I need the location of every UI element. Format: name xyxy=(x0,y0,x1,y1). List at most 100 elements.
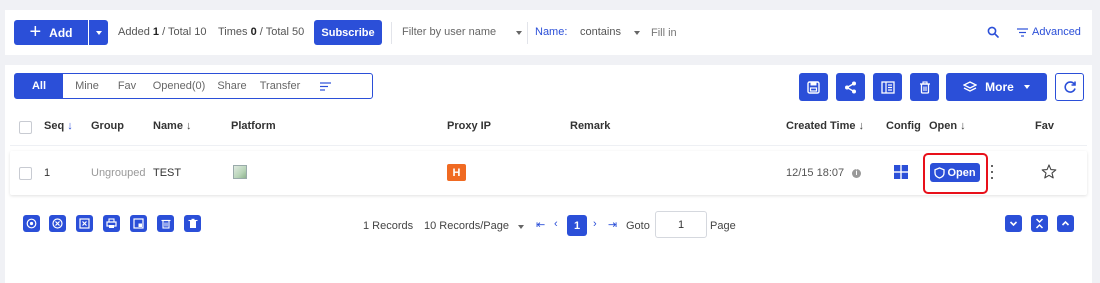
select-all-checkbox[interactable] xyxy=(19,121,32,134)
printer-icon xyxy=(106,218,117,228)
row-checkbox[interactable] xyxy=(19,167,32,180)
added-count: 1 xyxy=(152,26,159,38)
row-group: Ungrouped xyxy=(91,167,146,179)
search-input[interactable] xyxy=(651,23,951,43)
share-button[interactable] xyxy=(836,73,865,101)
add-dropdown-button[interactable] xyxy=(89,20,108,45)
filter-user-select[interactable]: Filter by user name xyxy=(402,26,496,38)
sort-arrow-icon: ↓ xyxy=(858,120,865,132)
next-page-icon[interactable]: › xyxy=(593,218,597,230)
add-button-group: + Add xyxy=(14,20,108,45)
box-x-icon xyxy=(79,218,90,229)
tab-opened[interactable]: Opened(0) xyxy=(149,74,209,98)
permanent-delete-button[interactable] xyxy=(184,215,201,232)
star-outline-icon[interactable] xyxy=(1041,164,1057,182)
scroll-down-button[interactable] xyxy=(1005,215,1022,232)
divider xyxy=(391,22,392,44)
tab-all[interactable]: All xyxy=(15,74,63,98)
add-button[interactable]: + Add xyxy=(14,20,88,45)
current-page-button[interactable]: 1 xyxy=(567,215,587,236)
refresh-button[interactable] xyxy=(1055,73,1084,101)
profiles-panel: All Mine Fav Opened(0) Share Transfer Mo… xyxy=(5,65,1092,283)
row-more-menu-icon[interactable] xyxy=(990,165,994,179)
column-header-name[interactable]: Name ↓ xyxy=(153,120,191,132)
advanced-filter-button[interactable]: Advanced xyxy=(1017,26,1081,38)
window-icon xyxy=(133,218,144,229)
sort-arrow-icon: ↓ xyxy=(185,120,192,132)
add-button-label: Add xyxy=(49,25,73,40)
window-button[interactable] xyxy=(130,215,147,232)
page-label: Page xyxy=(710,220,736,232)
open-button[interactable]: Open xyxy=(930,163,980,182)
chevron-down-icon[interactable] xyxy=(634,31,640,35)
goto-label: Goto xyxy=(626,220,650,232)
divider xyxy=(527,22,528,44)
tab-mine[interactable]: Mine xyxy=(63,74,111,98)
chevron-down-icon xyxy=(1023,85,1030,89)
column-header-group: Group xyxy=(91,120,124,132)
row-seq: 1 xyxy=(44,167,51,179)
windows-icon xyxy=(894,165,908,182)
trash-icon xyxy=(188,218,197,228)
filter-icon xyxy=(1017,27,1028,37)
tab-share[interactable]: Share xyxy=(215,74,249,98)
clear-cache-button[interactable] xyxy=(76,215,93,232)
column-header-created-time[interactable]: Created Time ↓ xyxy=(786,120,864,132)
column-header-seq[interactable]: Seq ↓ xyxy=(44,120,73,132)
broken-image-icon xyxy=(233,165,247,179)
layers-icon xyxy=(963,80,978,92)
per-page-select[interactable]: 10 Records/Page xyxy=(424,220,509,232)
contains-select[interactable]: contains xyxy=(580,26,621,38)
name-field-label: Name: xyxy=(535,26,568,38)
chevron-down-icon[interactable] xyxy=(518,225,524,229)
bulk-delete-button[interactable] xyxy=(157,215,174,232)
close-button[interactable] xyxy=(49,215,66,232)
chevron-down-icon[interactable] xyxy=(516,31,522,35)
info-icon[interactable]: i xyxy=(852,169,861,178)
column-header-proxy-ip: Proxy IP xyxy=(447,120,492,132)
more-button[interactable]: More xyxy=(946,73,1047,101)
filter-toolbar: + Add Added 1 / Total 10 Times 0 / Total… xyxy=(5,10,1092,55)
delete-button[interactable] xyxy=(910,73,939,101)
tab-fav[interactable]: Fav xyxy=(113,74,141,98)
gear-icon xyxy=(26,218,37,229)
column-header-config: Config xyxy=(886,120,921,132)
sort-arrow-icon: ↓ xyxy=(960,120,966,132)
search-icon[interactable] xyxy=(987,26,999,41)
first-page-icon[interactable]: ⇤ xyxy=(536,218,545,231)
trash-icon xyxy=(161,219,170,229)
plus-icon: + xyxy=(29,20,42,43)
column-header-platform: Platform xyxy=(231,120,276,132)
print-button[interactable] xyxy=(103,215,120,232)
refresh-icon xyxy=(1063,81,1076,93)
last-page-icon[interactable]: ⇥ xyxy=(608,218,617,231)
save-icon xyxy=(807,80,820,94)
records-count: 1 Records xyxy=(363,220,414,232)
column-header-remark: Remark xyxy=(570,120,611,132)
sort-arrow-icon: ↓ xyxy=(67,120,73,132)
scroll-up-button[interactable] xyxy=(1057,215,1074,232)
collapse-icon xyxy=(1035,218,1044,229)
added-stat: Added 1 / Total 10 xyxy=(118,26,207,38)
chevron-down-icon xyxy=(1009,221,1018,227)
goto-page-input[interactable] xyxy=(655,211,707,238)
columns-button[interactable] xyxy=(873,73,902,101)
tab-bar: All Mine Fav Opened(0) Share Transfer xyxy=(14,73,373,99)
tab-transfer[interactable]: Transfer xyxy=(257,74,303,98)
save-button[interactable] xyxy=(799,73,828,101)
close-icon xyxy=(52,218,63,229)
chevron-up-icon xyxy=(1061,220,1070,226)
times-count: 0 xyxy=(250,26,257,38)
sort-icon[interactable] xyxy=(313,74,337,98)
subscribe-button[interactable]: Subscribe xyxy=(314,20,382,45)
collapse-expand-button[interactable] xyxy=(1031,215,1048,232)
row-name: TEST xyxy=(153,167,182,179)
column-header-open[interactable]: Open ↓ xyxy=(929,120,966,132)
prev-page-icon[interactable]: ‹ xyxy=(554,218,558,230)
proxy-badge: H xyxy=(447,164,466,181)
settings-button[interactable] xyxy=(23,215,40,232)
shield-icon xyxy=(934,166,946,179)
columns-icon xyxy=(880,80,895,94)
trash-icon xyxy=(919,80,930,94)
times-stat: Times 0 / Total 50 xyxy=(218,26,305,38)
